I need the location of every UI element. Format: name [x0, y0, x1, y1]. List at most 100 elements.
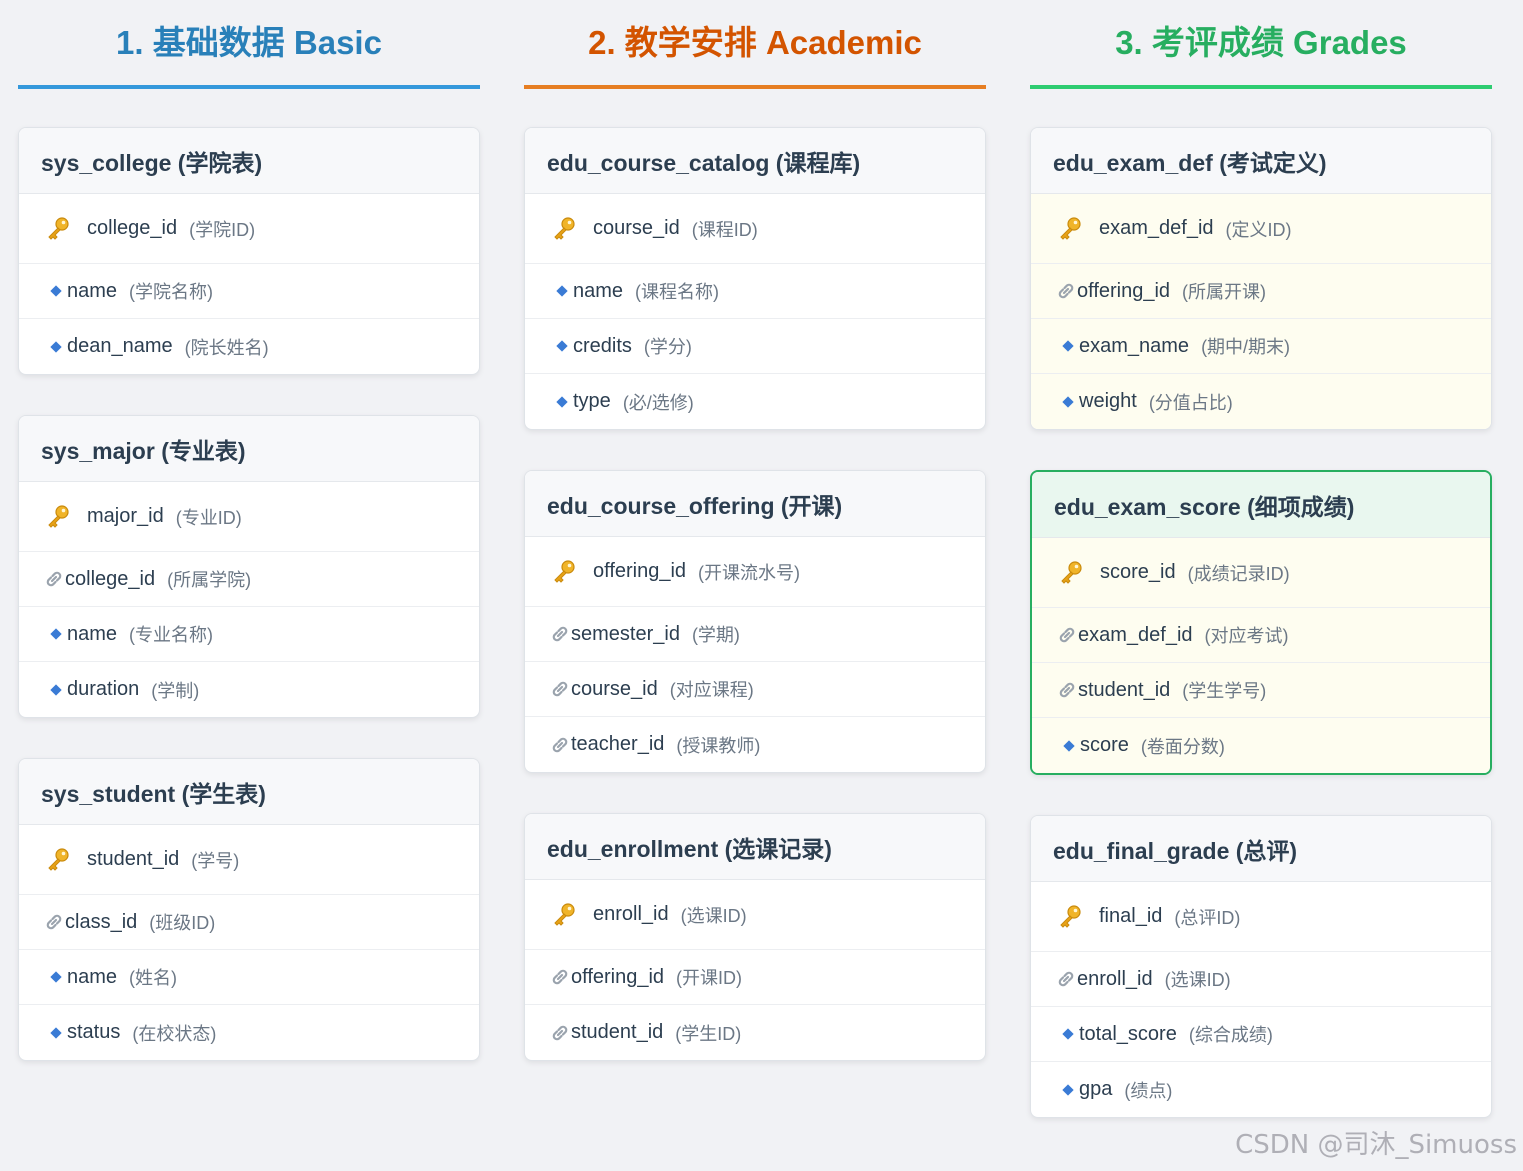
field-name: college_id	[87, 217, 178, 239]
field-description: (姓名)	[129, 968, 178, 988]
diamond-bullet-icon	[45, 679, 67, 701]
column-academic: 2. 教学安排 Academic edu_course_catalog (课程库…	[524, 0, 986, 1061]
field-description: (必/选修)	[622, 392, 694, 413]
table-title: sys_college (学院表)	[19, 128, 479, 194]
link-icon	[1056, 679, 1078, 701]
field-name: credits	[573, 334, 632, 357]
field-description: (院长姓名)	[184, 337, 269, 358]
field-row: exam_def_id (定义ID)	[1031, 194, 1491, 264]
table-title: edu_final_grade (总评)	[1031, 816, 1491, 882]
field-name: teacher_id	[571, 733, 665, 755]
diamond-bullet-icon	[45, 280, 67, 302]
field-row: enroll_id (选课ID)	[1031, 952, 1491, 1007]
field-description: (班级ID)	[149, 913, 216, 933]
key-icon	[1057, 216, 1083, 242]
field-name: major_id	[87, 505, 164, 527]
field-name: course_id	[593, 217, 680, 239]
field-list: college_id (学院ID) name (学院名称) dean_name (院长姓名…	[19, 194, 479, 374]
field-list: final_id (总评ID) enroll_id (选课ID) total_score…	[1031, 882, 1491, 1117]
key-icon	[45, 216, 71, 242]
field-description: (开课ID)	[676, 968, 743, 988]
table-card: sys_student (学生表) student_id (学号) class_id (…	[18, 758, 480, 1061]
field-description: (绩点)	[1124, 1080, 1173, 1101]
field-row: teacher_id (授课教师)	[525, 717, 985, 772]
field-row: total_score (综合成绩)	[1031, 1007, 1491, 1062]
field-row: college_id (学院ID)	[19, 194, 479, 264]
field-description: (授课教师)	[676, 735, 761, 756]
field-description: (对应课程)	[669, 680, 754, 700]
field-description: (综合成绩)	[1188, 1025, 1273, 1045]
field-name: offering_id	[1077, 279, 1171, 302]
field-description: (成绩记录ID)	[1187, 563, 1290, 584]
link-icon	[549, 966, 571, 988]
field-row: offering_id (所属开课)	[1031, 264, 1491, 319]
field-name: score	[1080, 734, 1129, 756]
field-name: score_id	[1100, 561, 1176, 583]
link-icon	[1055, 280, 1077, 302]
field-name: final_id	[1099, 905, 1163, 927]
field-row: name (专业名称)	[19, 607, 479, 662]
table-title: edu_course_offering (开课)	[525, 471, 985, 537]
diamond-bullet-icon	[551, 335, 573, 357]
field-row: course_id (课程ID)	[525, 194, 985, 264]
field-row: name (课程名称)	[525, 264, 985, 319]
diamond-bullet-icon	[1057, 1079, 1079, 1101]
field-list: major_id (专业ID) college_id (所属学院) name (专业名称)…	[19, 482, 479, 717]
field-row: gpa (绩点)	[1031, 1062, 1491, 1117]
field-name: status	[67, 1021, 121, 1043]
field-row: score (卷面分数)	[1032, 718, 1490, 773]
field-list: student_id (学号) class_id (班级ID) name (姓名) stat…	[19, 825, 479, 1060]
field-description: (总评ID)	[1174, 907, 1241, 928]
field-name: name	[67, 279, 118, 302]
table-card: edu_course_catalog (课程库) course_id (课程ID) n…	[524, 127, 986, 430]
field-description: (分值占比)	[1148, 392, 1233, 413]
column-title: 2. 教学安排 Academic	[524, 0, 986, 89]
field-name: dean_name	[67, 335, 173, 357]
field-description: (所属开课)	[1182, 282, 1267, 302]
field-row: student_id (学生ID)	[525, 1005, 985, 1060]
link-icon	[549, 1022, 571, 1044]
key-icon	[551, 216, 577, 242]
field-description: (学生学号)	[1182, 681, 1267, 701]
field-row: name (姓名)	[19, 950, 479, 1005]
table-card: edu_exam_def (考试定义) exam_def_id (定义ID) offe…	[1030, 127, 1492, 430]
diamond-bullet-icon	[45, 623, 67, 645]
table-card: sys_college (学院表) college_id (学院ID) name (学院…	[18, 127, 480, 375]
field-description: (学院ID)	[189, 219, 256, 240]
diamond-bullet-icon	[1058, 735, 1080, 757]
diamond-bullet-icon	[551, 391, 573, 413]
field-name: student_id	[571, 1021, 664, 1043]
diamond-bullet-icon	[45, 966, 67, 988]
field-list: exam_def_id (定义ID) offering_id (所属开课) exam_n…	[1031, 194, 1491, 429]
field-description: (学分)	[643, 337, 692, 357]
table-card: edu_course_offering (开课) offering_id (开课流水…	[524, 470, 986, 773]
field-name: exam_def_id	[1099, 217, 1214, 239]
key-icon	[1057, 904, 1083, 930]
link-icon	[549, 678, 571, 700]
field-row: student_id (学号)	[19, 825, 479, 895]
diamond-bullet-icon	[1057, 1023, 1079, 1045]
table-card: sys_major (专业表) major_id (专业ID) college_id (…	[18, 415, 480, 718]
table-card: edu_final_grade (总评) final_id (总评ID) enroll…	[1030, 815, 1492, 1118]
key-icon	[1058, 560, 1084, 586]
table-title: sys_major (专业表)	[19, 416, 479, 482]
field-row: major_id (专业ID)	[19, 482, 479, 552]
table-card: edu_enrollment (选课记录) enroll_id (选课ID) offe…	[524, 813, 986, 1061]
field-name: student_id	[1078, 678, 1171, 701]
field-row: student_id (学生学号)	[1032, 663, 1490, 718]
diamond-bullet-icon	[45, 1022, 67, 1044]
column-grades: 3. 考评成绩 Grades edu_exam_def (考试定义) exam_d…	[1030, 0, 1492, 1118]
link-icon	[1056, 624, 1078, 646]
table-title: sys_student (学生表)	[19, 759, 479, 825]
field-description: (专业名称)	[129, 625, 214, 645]
column-title: 1. 基础数据 Basic	[18, 0, 480, 89]
key-icon	[45, 847, 71, 873]
field-name: type	[573, 390, 611, 412]
key-icon	[551, 902, 577, 928]
field-name: gpa	[1079, 1078, 1113, 1100]
table-title: edu_enrollment (选课记录)	[525, 814, 985, 880]
table-card: edu_exam_score (细项成绩) score_id (成绩记录ID) exa…	[1030, 470, 1492, 775]
field-name: enroll_id	[593, 903, 669, 925]
field-row: score_id (成绩记录ID)	[1032, 538, 1490, 608]
field-description: (学生ID)	[675, 1023, 742, 1044]
